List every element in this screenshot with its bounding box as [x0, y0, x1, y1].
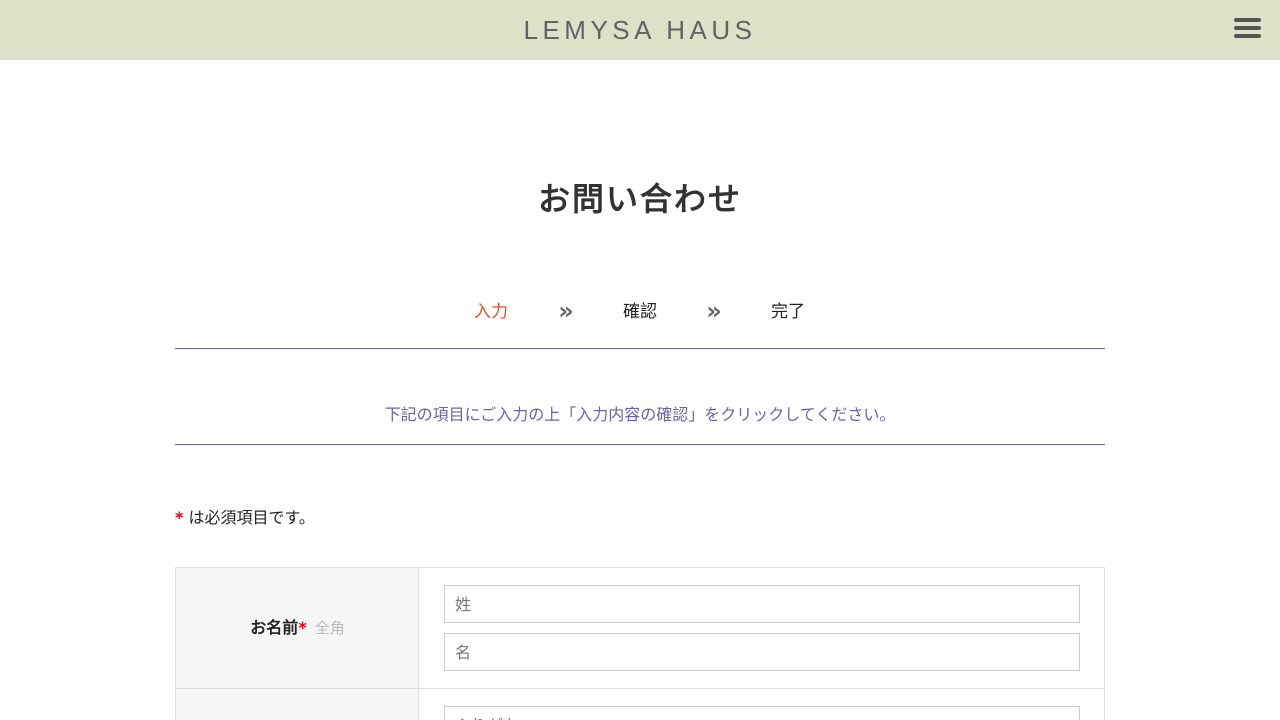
- menu-bar: [1234, 34, 1261, 38]
- first-name-input[interactable]: [444, 633, 1080, 671]
- step-confirm: 確認: [623, 302, 657, 322]
- furigana-input[interactable]: [444, 706, 1080, 720]
- form-label-cell: お名前* 全角: [176, 568, 419, 688]
- required-mark: *: [298, 618, 307, 637]
- contact-form-table: お名前* 全角: [175, 567, 1105, 720]
- last-name-input[interactable]: [444, 585, 1080, 623]
- field-label: お名前* 全角: [176, 617, 419, 639]
- menu-bar: [1234, 26, 1261, 30]
- instruction-text: 下記の項目にご入力の上「入力内容の確認」をクリックしてください。: [384, 405, 896, 424]
- field-hint: 全角: [314, 619, 345, 637]
- field-label-name: お名前: [250, 618, 299, 637]
- site-logo[interactable]: LEMYSA HAUS: [0, 15, 1280, 45]
- divider: [175, 348, 1105, 349]
- hamburger-menu-icon[interactable]: [1234, 18, 1262, 42]
- chevron-double-right-icon: »: [706, 297, 722, 325]
- form-row-name: お名前* 全角: [176, 568, 1104, 689]
- step-input: 入力: [474, 302, 508, 322]
- form-label-cell: [176, 689, 419, 720]
- required-note: * は必須項目です。: [175, 506, 315, 530]
- divider: [175, 444, 1105, 445]
- step-indicator: 入力 » 確認 » 完了: [0, 297, 1280, 325]
- site-header: LEMYSA HAUS: [0, 0, 1280, 60]
- chevron-double-right-icon: »: [558, 297, 574, 325]
- page-title: お問い合わせ: [537, 180, 742, 218]
- menu-bar: [1234, 18, 1261, 22]
- required-note-text: は必須項目です。: [183, 508, 315, 527]
- step-complete: 完了: [771, 302, 805, 322]
- form-row-furigana: [176, 689, 1104, 720]
